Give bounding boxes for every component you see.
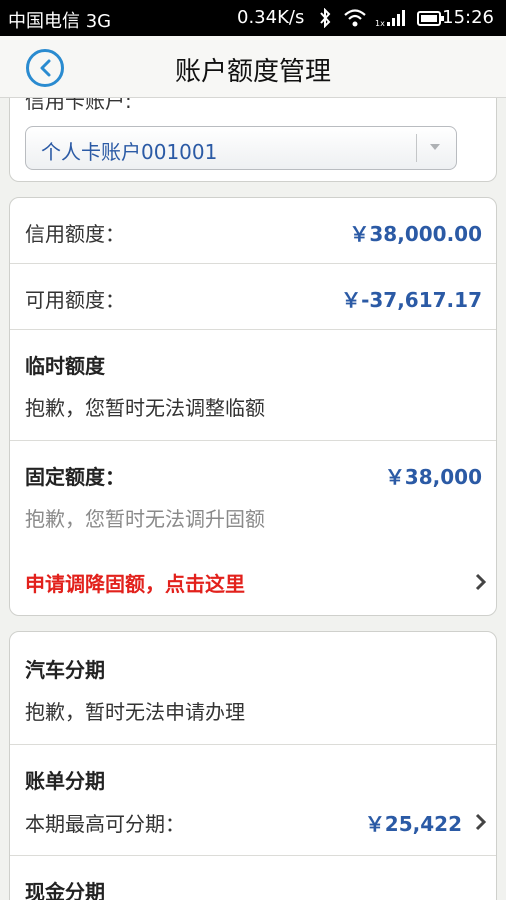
- bluetooth-icon: [318, 7, 332, 33]
- nav-bar: 账户额度管理: [0, 36, 506, 98]
- reduce-fixed-limit-label: 申请调降固额，点击这里: [25, 572, 245, 596]
- available-limit-row: 可用额度： ￥-37,617.17: [10, 263, 496, 330]
- clock: 15:26: [442, 7, 494, 28]
- signal-icon: 1x: [375, 8, 411, 33]
- account-card: 信用卡账户: 个人卡账户001001: [9, 98, 497, 182]
- bill-installment-label: 本期最高可分期：: [25, 812, 185, 836]
- limits-card: 信用额度： ￥38,000.00 可用额度： ￥-37,617.17 临时额度 …: [9, 197, 497, 616]
- bill-installment-row[interactable]: 账单分期 本期最高可分期： ￥25,422: [10, 744, 496, 856]
- battery-icon: [417, 8, 445, 33]
- wifi-icon: [343, 8, 367, 33]
- credit-limit-label: 信用额度：: [25, 222, 125, 246]
- reduce-fixed-limit-link[interactable]: 申请调降固额，点击这里: [10, 548, 496, 608]
- account-select-value: 个人卡账户001001: [41, 140, 218, 164]
- status-bar: 中国电信 3G 0.34K/s 1x 15:26: [0, 0, 506, 36]
- select-divider: [416, 134, 417, 162]
- carrier-label: 中国电信 3G: [8, 11, 112, 32]
- cash-installment-title: 现金分期: [25, 880, 105, 900]
- temp-limit-row: 临时额度 抱歉，您暂时无法调整临额: [10, 329, 496, 441]
- temp-limit-title: 临时额度: [25, 354, 105, 378]
- chevron-right-icon: [475, 813, 487, 831]
- svg-text:1x: 1x: [375, 19, 385, 28]
- credit-limit-row: 信用额度： ￥38,000.00: [10, 198, 496, 264]
- account-label: 信用卡账户:: [25, 98, 132, 113]
- fixed-limit-value: ￥38,000: [384, 465, 482, 489]
- car-installment-message: 抱歉，暂时无法申请办理: [25, 700, 245, 724]
- page-title: 账户额度管理: [174, 57, 331, 87]
- network-speed: 0.34K/s: [237, 7, 305, 28]
- bill-installment-title: 账单分期: [25, 769, 105, 793]
- credit-limit-value: ￥38,000.00: [349, 222, 482, 246]
- fixed-limit-message: 抱歉，您暂时无法调升固额: [25, 507, 265, 531]
- car-installment-title: 汽车分期: [25, 658, 105, 682]
- temp-limit-message: 抱歉，您暂时无法调整临额: [25, 396, 265, 420]
- account-select[interactable]: 个人卡账户001001: [25, 126, 457, 170]
- chevron-right-icon: [475, 573, 487, 591]
- bill-installment-value: ￥25,422: [364, 812, 462, 836]
- fixed-limit-title: 固定额度：: [25, 465, 125, 489]
- available-limit-value: ￥-37,617.17: [341, 288, 482, 312]
- car-installment-row: 汽车分期 抱歉，暂时无法申请办理: [10, 632, 496, 745]
- available-limit-label: 可用额度：: [25, 288, 125, 312]
- dropdown-arrow-icon: [430, 144, 440, 150]
- cash-installment-row[interactable]: 现金分期: [10, 855, 496, 900]
- installments-card: 汽车分期 抱歉，暂时无法申请办理 账单分期 本期最高可分期： ￥25,422 现…: [9, 631, 497, 900]
